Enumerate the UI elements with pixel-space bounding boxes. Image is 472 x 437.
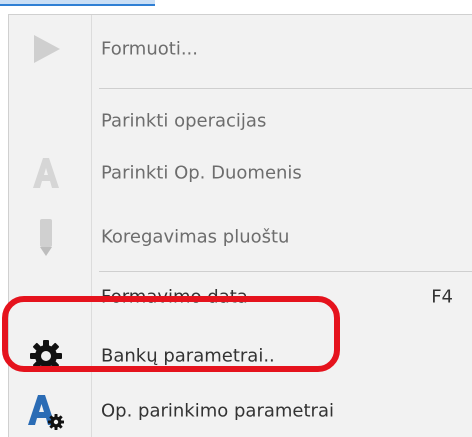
menu-item-label: Formavimo data <box>101 286 248 308</box>
pencil-icon <box>26 217 66 257</box>
menu-item-label: Op. parinkimo parametrai <box>101 400 334 422</box>
menu-item-formavimo-data[interactable]: Formavimo data F4 <box>9 271 472 323</box>
menu-item-label: Bankų parametrai.. <box>101 345 275 367</box>
menu-item-parinkti-op-duomenis[interactable]: Parinkti Op. Duomenis <box>9 147 472 199</box>
page: Formuoti... Parinkti operacijas Parinkti… <box>0 0 472 437</box>
menu-item-shortcut: F4 <box>431 286 453 308</box>
menu-item-label: Formuoti... <box>101 38 198 60</box>
letter-a-gear-icon <box>26 391 66 431</box>
menu-item-koregavimas-pluostu[interactable]: Koregavimas pluoštu <box>9 211 472 263</box>
letter-a-icon <box>26 153 66 193</box>
menu-separator <box>99 88 472 89</box>
menu-item-label: Koregavimas pluoštu <box>101 226 290 248</box>
menu-item-op-parinkimo-parametrai[interactable]: Op. parinkimo parametrai <box>9 385 472 437</box>
menu-item-label: Parinkti Op. Duomenis <box>101 162 302 184</box>
menu-item-parinkti-operacijas[interactable]: Parinkti operacijas <box>9 95 472 147</box>
menu-item-label: Parinkti operacijas <box>101 110 267 132</box>
menu-item-formuoti[interactable]: Formuoti... <box>9 23 472 75</box>
play-icon <box>26 29 66 69</box>
context-menu: Formuoti... Parinkti operacijas Parinkti… <box>8 14 472 437</box>
toolbar-strip <box>0 0 155 6</box>
menu-item-banku-parametrai[interactable]: Bankų parametrai.. <box>9 330 472 382</box>
gear-icon <box>26 336 66 376</box>
